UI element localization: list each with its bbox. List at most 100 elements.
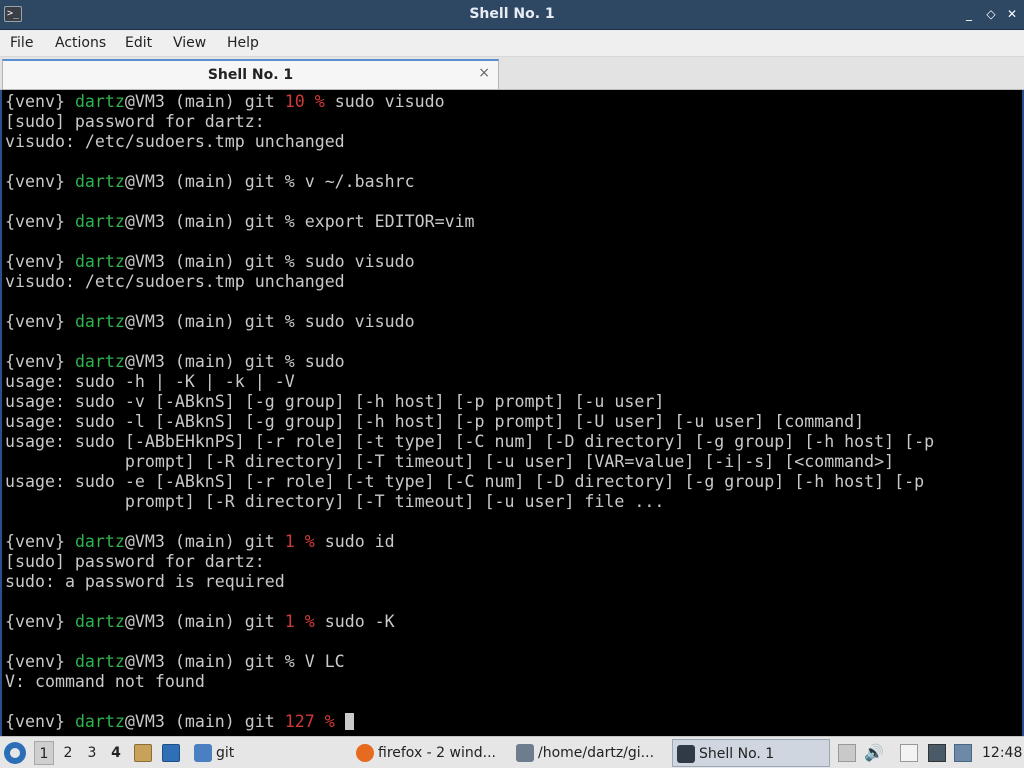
taskbar-folder-label: git	[216, 745, 235, 761]
terminal-text: @VM3 (main) git	[124, 712, 285, 731]
prompt-username: dartz	[74, 252, 125, 271]
terminal-line: {venv} dartz@VM3 (main) git % sudo visud…	[5, 312, 1020, 332]
terminal-line: usage: sudo -e [-ABknS] [-r role] [-t ty…	[5, 472, 1020, 492]
terminal-text: {venv}	[5, 212, 75, 231]
network-icon[interactable]	[954, 744, 972, 762]
menu-help[interactable]: Help	[227, 35, 259, 51]
prompt-username: dartz	[74, 652, 125, 671]
taskbar-task-label: /home/dartz/gi...	[538, 745, 655, 761]
terminal-line: visudo: /etc/sudoers.tmp unchanged	[5, 132, 1020, 152]
terminal-text: {venv}	[5, 172, 75, 191]
terminal-line: {venv} dartz@VM3 (main) git 10 % sudo vi…	[5, 92, 1020, 112]
terminal-line: usage: sudo -v [-ABknS] [-g group] [-h h…	[5, 392, 1020, 412]
volume-icon[interactable]: 🔊	[864, 744, 884, 762]
taskbar-clock: 12:48	[982, 745, 1023, 761]
terminal-text: sudo -K	[314, 612, 395, 631]
maximize-button[interactable]: ◇	[982, 5, 1000, 23]
terminal-line: visudo: /etc/sudoers.tmp unchanged	[5, 272, 1020, 292]
terminal-text: usage: sudo -v [-ABknS] [-g group] [-h h…	[5, 392, 665, 411]
taskbar-task-label: firefox - 2 wind...	[378, 745, 496, 761]
terminal-text: @VM3 (main) git % v ~/.bashrc	[124, 172, 415, 191]
tab-shell-1[interactable]: Shell No. 1 ×	[2, 59, 499, 89]
tab-label: Shell No. 1	[207, 67, 294, 83]
terminal-text: sudo: a password is required	[5, 572, 285, 591]
tab-bar: Shell No. 1 ×	[0, 57, 1024, 90]
menu-actions[interactable]: Actions	[55, 35, 106, 51]
close-window-button[interactable]: ✕	[1003, 5, 1021, 23]
terminal-text: @VM3 (main) git	[124, 612, 285, 631]
terminal-text: @VM3 (main) git % sudo visudo	[124, 312, 415, 331]
terminal-text: visudo: /etc/sudoers.tmp unchanged	[5, 272, 345, 291]
prompt-username: dartz	[74, 532, 125, 551]
terminal-line: prompt] [-R directory] [-T timeout] [-u …	[5, 452, 1020, 472]
terminal-icon	[677, 745, 695, 763]
prompt-username: dartz	[74, 92, 125, 111]
terminal-text: @VM3 (main) git % sudo visudo	[124, 252, 415, 271]
prompt-exit-code: 1 %	[284, 612, 315, 631]
file-manager-icon[interactable]	[134, 744, 152, 762]
terminal-line: {venv} dartz@VM3 (main) git % V LC	[5, 652, 1020, 672]
terminal-text: sudo visudo	[324, 92, 445, 111]
start-menu-icon[interactable]	[4, 742, 26, 764]
minimize-button[interactable]: _	[960, 5, 978, 23]
terminal-text: {venv}	[5, 532, 75, 551]
scroll-icon[interactable]	[838, 744, 856, 762]
desktop-2-button[interactable]: 2	[58, 741, 78, 765]
terminal-text: {venv}	[5, 612, 75, 631]
window-title: Shell No. 1	[469, 6, 555, 22]
terminal-text: usage: sudo [-ABbEHknPS] [-r role] [-t t…	[5, 432, 935, 451]
terminal-text: prompt] [-R directory] [-T timeout] [-u …	[5, 452, 895, 471]
prompt-exit-code: 10 %	[284, 92, 325, 111]
taskbar-task-shell[interactable]: Shell No. 1	[672, 739, 830, 767]
terminal-text: prompt] [-R directory] [-T timeout] [-u …	[5, 492, 665, 511]
terminal-text: @VM3 (main) git	[124, 532, 285, 551]
taskbar-task-editor[interactable]: /home/dartz/gi...	[512, 739, 664, 767]
terminal-text: usage: sudo -e [-ABknS] [-r role] [-t ty…	[5, 472, 925, 491]
desktop-4-button[interactable]: 4	[106, 741, 126, 765]
terminal-line: {venv} dartz@VM3 (main) git 127 %	[5, 712, 1020, 732]
taskbar-folder-git[interactable]: git	[190, 739, 340, 767]
terminal-text: @VM3 (main) git % sudo	[124, 352, 345, 371]
terminal-output: {venv} dartz@VM3 (main) git 10 % sudo vi…	[5, 92, 1020, 732]
menu-file[interactable]: File	[10, 35, 33, 51]
clipboard-icon[interactable]	[900, 744, 918, 762]
terminal-line: {venv} dartz@VM3 (main) git 1 % sudo id	[5, 532, 1020, 552]
folder-icon	[194, 744, 212, 762]
terminal-text: [sudo] password for dartz:	[5, 552, 265, 571]
tab-close-icon[interactable]: ×	[478, 65, 490, 81]
terminal-text: usage: sudo -h | -K | -k | -V	[5, 372, 295, 391]
menu-edit[interactable]: Edit	[125, 35, 152, 51]
terminal-cursor	[344, 713, 354, 730]
window-titlebar[interactable]: >_ Shell No. 1 _ ◇ ✕	[0, 0, 1024, 30]
terminal-line: prompt] [-R directory] [-T timeout] [-u …	[5, 492, 1020, 512]
terminal-line: usage: sudo [-ABbEHknPS] [-r role] [-t t…	[5, 432, 1020, 452]
terminal-text: {venv}	[5, 652, 75, 671]
desktop-1-button[interactable]: 1	[34, 741, 54, 765]
prompt-username: dartz	[74, 712, 125, 731]
terminal-text: @VM3 (main) git % export EDITOR=vim	[124, 212, 475, 231]
prompt-username: dartz	[74, 352, 125, 371]
menu-view[interactable]: View	[173, 35, 206, 51]
taskbar-task-firefox[interactable]: firefox - 2 wind...	[352, 739, 506, 767]
terminal-line: {venv} dartz@VM3 (main) git % sudo visud…	[5, 252, 1020, 272]
desktop-3-button[interactable]: 3	[82, 741, 102, 765]
terminal-text: sudo id	[314, 532, 395, 551]
terminal-view[interactable]: {venv} dartz@VM3 (main) git 10 % sudo vi…	[0, 90, 1024, 736]
terminal-text: {venv}	[5, 92, 75, 111]
terminal-line: {venv} dartz@VM3 (main) git % sudo	[5, 352, 1020, 372]
terminal-line: usage: sudo -h | -K | -k | -V	[5, 372, 1020, 392]
terminal-text: visudo: /etc/sudoers.tmp unchanged	[5, 132, 345, 151]
show-desktop-icon[interactable]	[162, 744, 180, 762]
taskbar: 1 2 3 4 git firefox - 2 wind... /home/da…	[0, 736, 1024, 768]
terminal-text: {venv}	[5, 712, 75, 731]
terminal-line: usage: sudo -l [-ABknS] [-g group] [-h h…	[5, 412, 1020, 432]
keyboard-icon[interactable]	[928, 744, 946, 762]
terminal-line: [sudo] password for dartz:	[5, 552, 1020, 572]
editor-icon	[516, 744, 534, 762]
